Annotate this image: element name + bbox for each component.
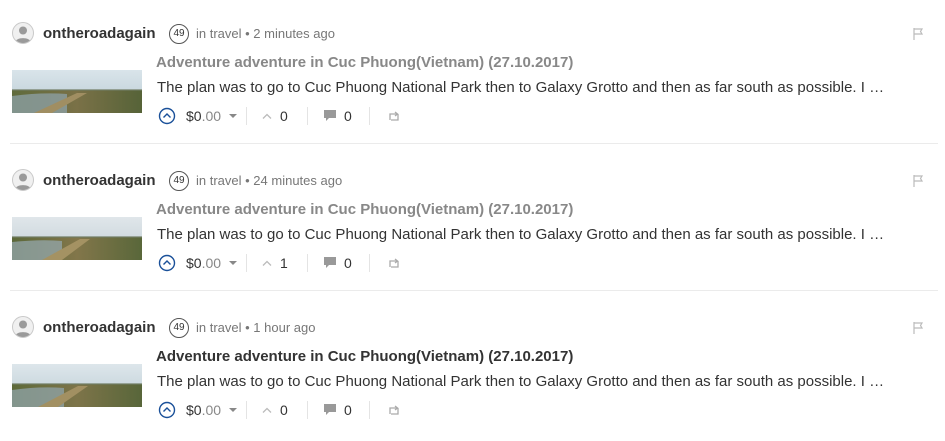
post-thumbnail[interactable] bbox=[12, 70, 142, 113]
avatar[interactable] bbox=[12, 22, 34, 44]
comment-count[interactable]: 0 bbox=[344, 402, 352, 418]
post-title[interactable]: Adventure adventure in Cuc Phuong(Vietna… bbox=[156, 54, 573, 72]
user-silhouette-icon bbox=[15, 26, 31, 43]
post-feed: ontheroadagain 49 in travel • 2 minutes … bbox=[0, 0, 945, 430]
thumbnail-image bbox=[12, 364, 142, 407]
post-thumbnail[interactable] bbox=[12, 217, 142, 260]
post-summary: ontheroadagain 49 in travel • 1 hour ago… bbox=[0, 294, 945, 441]
post-divider bbox=[10, 290, 938, 291]
author-link[interactable]: ontheroadagain bbox=[43, 319, 156, 337]
reputation-badge: 49 bbox=[169, 318, 189, 338]
post-divider bbox=[10, 143, 938, 144]
divider bbox=[369, 254, 370, 272]
post-footer: $0.00 1 0 bbox=[158, 254, 418, 272]
post-thumbnail[interactable] bbox=[12, 364, 142, 407]
reputation-badge: 49 bbox=[169, 171, 189, 191]
avatar[interactable] bbox=[12, 316, 34, 338]
payout-dropdown-icon[interactable] bbox=[229, 261, 237, 265]
post-meta[interactable]: in travel • 1 hour ago bbox=[196, 320, 315, 336]
divider bbox=[369, 107, 370, 125]
comment-icon[interactable] bbox=[323, 109, 337, 122]
voters-chevron-icon[interactable] bbox=[261, 111, 273, 121]
voters-chevron-icon[interactable] bbox=[261, 258, 273, 268]
thumbnail-image bbox=[12, 70, 142, 113]
reblog-icon[interactable] bbox=[387, 258, 401, 270]
post-summary: ontheroadagain 49 in travel • 2 minutes … bbox=[0, 0, 945, 147]
upvote-icon[interactable] bbox=[158, 401, 176, 419]
post-excerpt[interactable]: The plan was to go to Cuc Phuong Nationa… bbox=[157, 373, 933, 391]
post-meta[interactable]: in travel • 2 minutes ago bbox=[196, 26, 335, 42]
divider bbox=[307, 254, 308, 272]
user-silhouette-icon bbox=[15, 320, 31, 337]
post-excerpt[interactable]: The plan was to go to Cuc Phuong Nationa… bbox=[157, 226, 933, 244]
flag-icon[interactable] bbox=[911, 321, 925, 335]
avatar[interactable] bbox=[12, 169, 34, 191]
divider bbox=[307, 401, 308, 419]
flag-icon[interactable] bbox=[911, 27, 925, 41]
post-meta[interactable]: in travel • 24 minutes ago bbox=[196, 173, 342, 189]
user-silhouette-icon bbox=[15, 173, 31, 190]
comment-count[interactable]: 0 bbox=[344, 108, 352, 124]
comment-count[interactable]: 0 bbox=[344, 255, 352, 271]
divider bbox=[246, 401, 247, 419]
payout-value[interactable]: $0.00 bbox=[186, 255, 221, 271]
flag-icon[interactable] bbox=[911, 174, 925, 188]
divider bbox=[307, 107, 308, 125]
upvote-icon[interactable] bbox=[158, 254, 176, 272]
post-footer: $0.00 0 0 bbox=[158, 107, 418, 125]
vote-count[interactable]: 0 bbox=[280, 402, 288, 418]
thumbnail-image bbox=[12, 217, 142, 260]
payout-value[interactable]: $0.00 bbox=[186, 108, 221, 124]
reblog-icon[interactable] bbox=[387, 405, 401, 417]
author-link[interactable]: ontheroadagain bbox=[43, 25, 156, 43]
reputation-badge: 49 bbox=[169, 24, 189, 44]
reblog-icon[interactable] bbox=[387, 111, 401, 123]
payout-value[interactable]: $0.00 bbox=[186, 402, 221, 418]
payout-dropdown-icon[interactable] bbox=[229, 408, 237, 412]
post-title[interactable]: Adventure adventure in Cuc Phuong(Vietna… bbox=[156, 201, 573, 219]
post-title[interactable]: Adventure adventure in Cuc Phuong(Vietna… bbox=[156, 348, 573, 366]
post-footer: $0.00 0 0 bbox=[158, 401, 418, 419]
post-excerpt[interactable]: The plan was to go to Cuc Phuong Nationa… bbox=[157, 79, 933, 97]
vote-count[interactable]: 0 bbox=[280, 108, 288, 124]
payout-dropdown-icon[interactable] bbox=[229, 114, 237, 118]
author-link[interactable]: ontheroadagain bbox=[43, 172, 156, 190]
comment-icon[interactable] bbox=[323, 256, 337, 269]
vote-count[interactable]: 1 bbox=[280, 255, 288, 271]
divider bbox=[246, 107, 247, 125]
divider bbox=[246, 254, 247, 272]
voters-chevron-icon[interactable] bbox=[261, 405, 273, 415]
upvote-icon[interactable] bbox=[158, 107, 176, 125]
divider bbox=[369, 401, 370, 419]
post-summary: ontheroadagain 49 in travel • 24 minutes… bbox=[0, 147, 945, 294]
comment-icon[interactable] bbox=[323, 403, 337, 416]
